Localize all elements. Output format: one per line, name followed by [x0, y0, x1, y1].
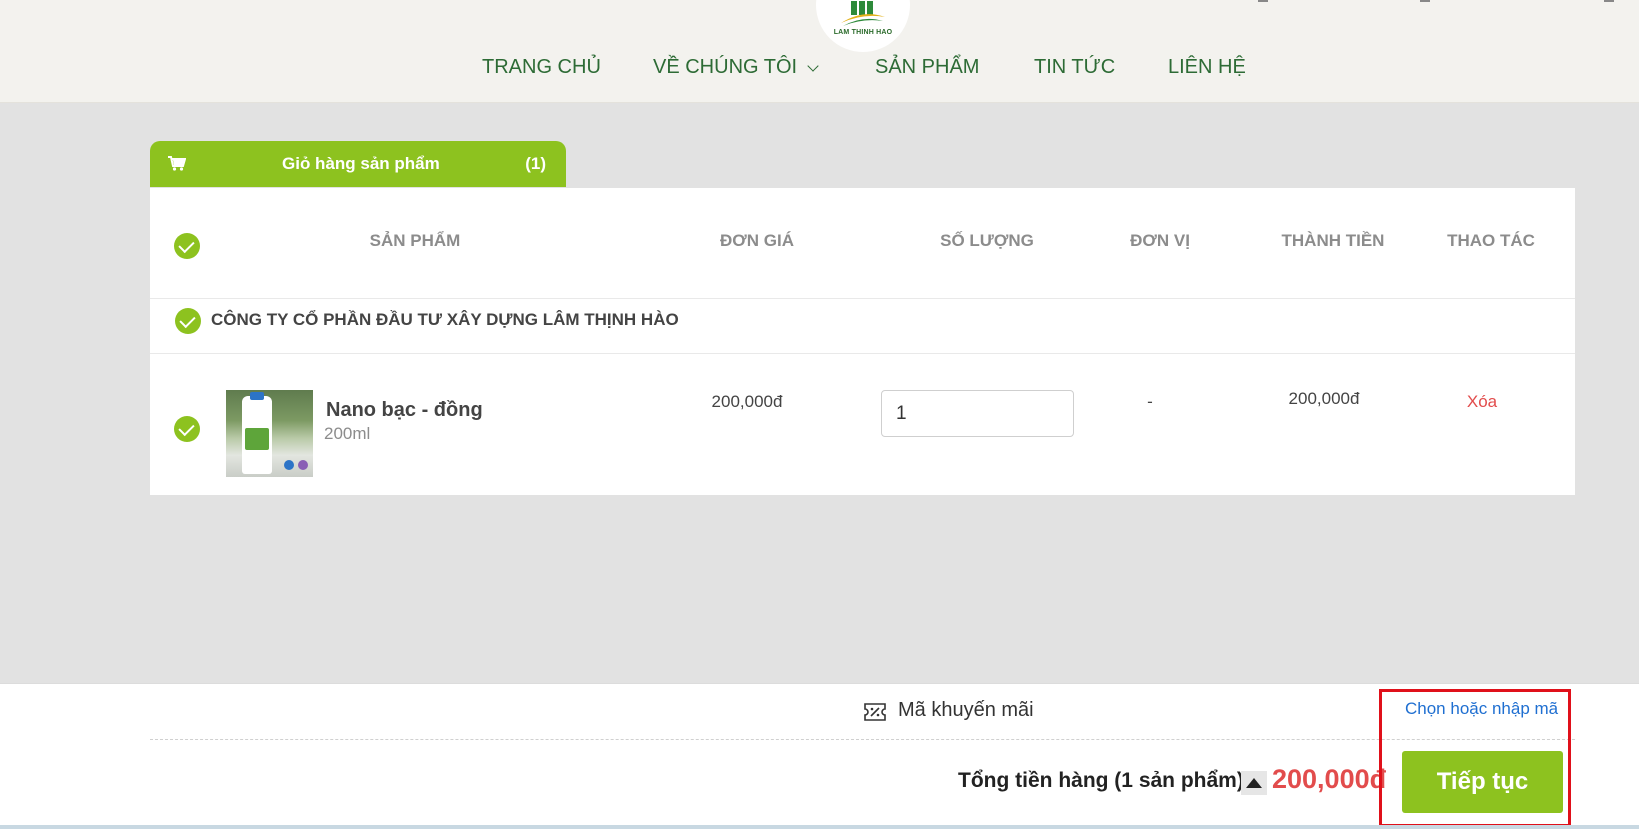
cart-tab[interactable]: Giỏ hàng sản phẩm (1) [150, 141, 566, 187]
column-header-actions: THAO TÁC [1447, 231, 1535, 250]
quantity-input[interactable] [881, 390, 1074, 437]
total-label: Tổng tiền hàng (1 sản phẩm) [958, 769, 1244, 792]
shop-checkbox[interactable] [175, 308, 201, 334]
subtotal-value: 200,000đ [1288, 389, 1360, 408]
bottle-label-shape [245, 428, 269, 450]
nav-item-about[interactable]: VỀ CHÚNG TÔI [653, 56, 819, 79]
column-header-unit-price: ĐƠN GIÁ [719, 231, 795, 250]
nav-item-about-label: VỀ CHÚNG TÔI [653, 56, 798, 78]
cart-tab-label: Giỏ hàng sản phẩm [282, 154, 440, 173]
promo-code-link[interactable]: Chọn hoặc nhập mã [1405, 699, 1558, 719]
cart-icon [168, 156, 186, 171]
site-logo[interactable]: LAM THINH HAO [816, 0, 910, 52]
badge-dot [284, 460, 294, 470]
site-header: LAM THINH HAO TRANG CHỦ VỀ CHÚNG TÔI SẢN… [0, 0, 1639, 103]
caret-up-icon[interactable] [1241, 771, 1267, 795]
nav-item-news[interactable]: TIN TỨC [1034, 56, 1115, 79]
header-mark [1604, 0, 1614, 2]
dashed-divider [150, 739, 1575, 740]
product-thumbnail[interactable] [226, 390, 313, 477]
unit-price: 200,000đ [711, 392, 783, 411]
shop-name: CÔNG TY CỔ PHẦN ĐẦU TƯ XÂY DỰNG LÂM THỊN… [211, 310, 679, 329]
product-variant: 200ml [324, 424, 371, 443]
product-name-link[interactable]: Nano bạc - đồng [326, 399, 483, 422]
nav-item-contact[interactable]: LIÊN HỆ [1168, 56, 1246, 79]
logo-text: LAM THINH HAO [833, 29, 893, 36]
select-all-checkbox[interactable] [174, 233, 200, 259]
column-header-unit: ĐƠN VỊ [1130, 231, 1190, 250]
column-header-subtotal: THÀNH TIỀN [1281, 231, 1385, 250]
bottom-strip [0, 825, 1639, 829]
delete-item-link[interactable]: Xóa [1467, 392, 1497, 412]
total-amount: 200,000đ [1272, 764, 1387, 794]
cart-table: SẢN PHẨM ĐƠN GIÁ SỐ LƯỢNG ĐƠN VỊ THÀNH T… [150, 188, 1575, 495]
voucher-icon [864, 703, 886, 721]
cart-tab-count: (1) [525, 154, 546, 173]
nav-item-products[interactable]: SẢN PHẨM [875, 56, 979, 79]
chevron-down-icon [807, 59, 819, 72]
header-mark [1258, 0, 1268, 2]
row-divider [150, 353, 1575, 354]
main-nav: TRANG CHỦ VỀ CHÚNG TÔI SẢN PHẨM TIN TỨC … [0, 56, 1639, 86]
badge-dot [298, 460, 308, 470]
unit-value: - [1147, 392, 1153, 411]
continue-button[interactable]: Tiếp tục [1402, 751, 1563, 813]
column-header-quantity: SỐ LƯỢNG [940, 231, 1034, 250]
header-mark [1420, 0, 1430, 2]
column-header-product: SẢN PHẨM [369, 231, 461, 250]
checkout-bar: Mã khuyến mãi Chọn hoặc nhập mã Tổng tiề… [0, 683, 1639, 829]
logo-building-icon [841, 1, 885, 26]
promo-label: Mã khuyến mãi [898, 699, 1034, 721]
item-checkbox[interactable] [174, 416, 200, 442]
row-divider [150, 298, 1575, 299]
nav-item-home[interactable]: TRANG CHỦ [482, 56, 601, 79]
bottle-cap-shape [250, 392, 264, 400]
